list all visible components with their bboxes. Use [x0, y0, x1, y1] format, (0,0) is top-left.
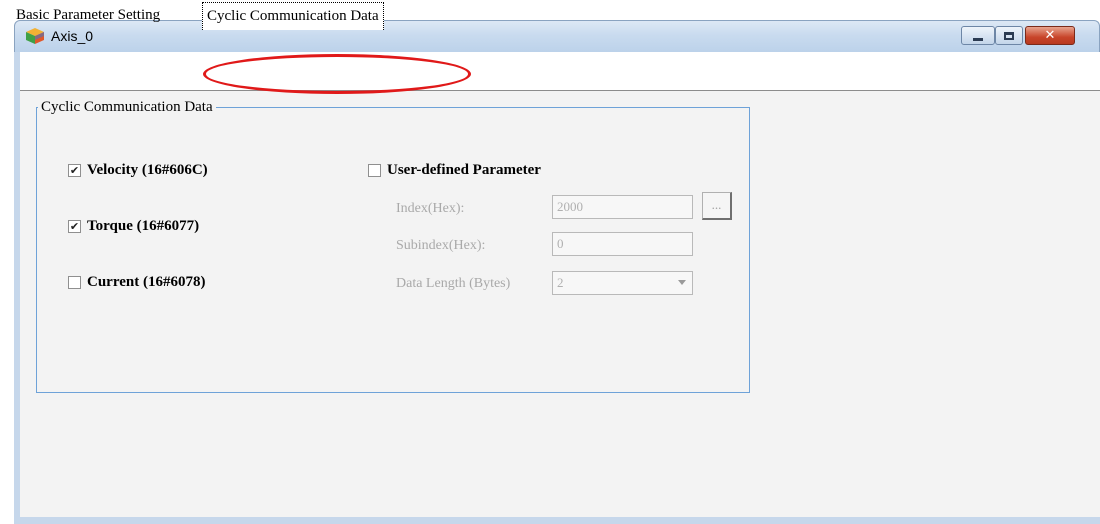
- velocity-label: Velocity (16#606C): [87, 162, 208, 178]
- window-frame-bottom: [14, 517, 1100, 524]
- maximize-button[interactable]: [995, 26, 1023, 45]
- close-button[interactable]: ✕: [1025, 26, 1075, 45]
- torque-checkbox-row[interactable]: ✔ Torque (16#6077): [68, 218, 199, 235]
- close-icon: ✕: [1044, 27, 1056, 43]
- user-defined-checkbox-row[interactable]: User-defined Parameter: [368, 162, 541, 179]
- subindex-input[interactable]: 0: [552, 232, 693, 256]
- torque-checkbox[interactable]: ✔: [68, 220, 81, 233]
- colored-cube-icon: [26, 28, 44, 44]
- title-bar[interactable]: Axis_0 ✕: [14, 20, 1100, 52]
- current-label: Current (16#6078): [87, 274, 206, 290]
- chevron-down-icon: [678, 280, 686, 285]
- index-browse-button[interactable]: ...: [702, 192, 732, 220]
- user-defined-label: User-defined Parameter: [387, 162, 541, 178]
- minimize-icon: [973, 38, 983, 41]
- torque-label: Torque (16#6077): [87, 218, 200, 234]
- tab-cyclic-communication-data[interactable]: Cyclic Communication Data: [202, 2, 384, 30]
- velocity-checkbox[interactable]: ✔: [68, 164, 81, 177]
- minimize-button[interactable]: [961, 26, 995, 45]
- data-length-select[interactable]: 2: [552, 271, 693, 295]
- maximize-icon: [1004, 31, 1014, 40]
- velocity-checkbox-row[interactable]: ✔ Velocity (16#606C): [68, 162, 208, 179]
- groupbox-legend: Cyclic Communication Data: [38, 99, 216, 116]
- index-label: Index(Hex):: [396, 201, 465, 216]
- index-input[interactable]: 2000: [552, 195, 693, 219]
- current-checkbox-row[interactable]: Current (16#6078): [68, 274, 205, 291]
- current-checkbox[interactable]: [68, 276, 81, 289]
- window-title: Axis_0: [51, 28, 94, 44]
- subindex-label: Subindex(Hex):: [396, 238, 486, 253]
- tab-strip: [20, 60, 1100, 91]
- data-length-value: 2: [557, 275, 564, 290]
- check-mark-icon: ✔: [69, 220, 80, 233]
- user-defined-checkbox[interactable]: [368, 164, 381, 177]
- tab-basic-parameter-setting[interactable]: Basic Parameter Setting: [12, 2, 164, 28]
- data-length-label: Data Length (Bytes): [396, 276, 511, 291]
- check-mark-icon: ✔: [69, 164, 80, 177]
